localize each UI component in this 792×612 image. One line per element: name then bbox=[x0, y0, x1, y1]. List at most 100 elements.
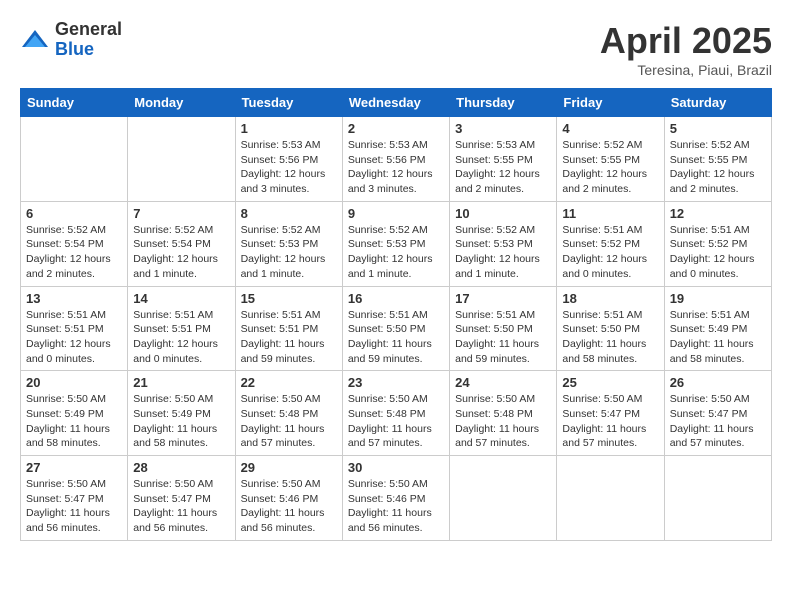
day-number: 5 bbox=[670, 121, 766, 136]
title-area: April 2025 Teresina, Piaui, Brazil bbox=[600, 20, 772, 78]
day-number: 28 bbox=[133, 460, 229, 475]
day-number: 15 bbox=[241, 291, 337, 306]
day-info: Sunrise: 5:50 AM Sunset: 5:47 PM Dayligh… bbox=[133, 477, 229, 536]
day-info: Sunrise: 5:51 AM Sunset: 5:52 PM Dayligh… bbox=[562, 223, 658, 282]
logo-icon bbox=[20, 25, 50, 55]
weekday-header: Thursday bbox=[450, 89, 557, 117]
calendar-cell: 29 Sunrise: 5:50 AM Sunset: 5:46 PM Dayli… bbox=[235, 456, 342, 541]
day-number: 21 bbox=[133, 375, 229, 390]
weekday-header: Friday bbox=[557, 89, 664, 117]
day-info: Sunrise: 5:50 AM Sunset: 5:48 PM Dayligh… bbox=[348, 392, 444, 451]
weekday-header: Saturday bbox=[664, 89, 771, 117]
calendar-cell: 26 Sunrise: 5:50 AM Sunset: 5:47 PM Dayli… bbox=[664, 371, 771, 456]
day-number: 29 bbox=[241, 460, 337, 475]
day-info: Sunrise: 5:50 AM Sunset: 5:48 PM Dayligh… bbox=[241, 392, 337, 451]
calendar-cell: 30 Sunrise: 5:50 AM Sunset: 5:46 PM Dayli… bbox=[342, 456, 449, 541]
calendar-cell: 25Sunrise: 5:50 AM Sunset: 5:47 PM Dayli… bbox=[557, 371, 664, 456]
calendar-week-row: 13 Sunrise: 5:51 AM Sunset: 5:51 PM Dayli… bbox=[21, 286, 772, 371]
calendar-cell: 11 Sunrise: 5:51 AM Sunset: 5:52 PM Dayli… bbox=[557, 201, 664, 286]
calendar-cell: 4Sunrise: 5:52 AM Sunset: 5:55 PM Daylig… bbox=[557, 117, 664, 202]
day-info: Sunrise: 5:51 AM Sunset: 5:51 PM Dayligh… bbox=[133, 308, 229, 367]
day-info: Sunrise: 5:50 AM Sunset: 5:46 PM Dayligh… bbox=[241, 477, 337, 536]
day-number: 12 bbox=[670, 206, 766, 221]
calendar-cell: 14 Sunrise: 5:51 AM Sunset: 5:51 PM Dayli… bbox=[128, 286, 235, 371]
calendar-cell: 21 Sunrise: 5:50 AM Sunset: 5:49 PM Dayli… bbox=[128, 371, 235, 456]
calendar-cell bbox=[450, 456, 557, 541]
calendar-cell: 22 Sunrise: 5:50 AM Sunset: 5:48 PM Dayli… bbox=[235, 371, 342, 456]
day-number: 2 bbox=[348, 121, 444, 136]
day-number: 27 bbox=[26, 460, 122, 475]
day-info: Sunrise: 5:51 AM Sunset: 5:50 PM Dayligh… bbox=[348, 308, 444, 367]
calendar-cell: 2 Sunrise: 5:53 AM Sunset: 5:56 PM Daylig… bbox=[342, 117, 449, 202]
day-info: Sunrise: 5:51 AM Sunset: 5:52 PM Dayligh… bbox=[670, 223, 766, 282]
day-info: Sunrise: 5:52 AM Sunset: 5:53 PM Dayligh… bbox=[348, 223, 444, 282]
calendar-table: SundayMondayTuesdayWednesdayThursdayFrid… bbox=[20, 88, 772, 541]
calendar-cell: 12 Sunrise: 5:51 AM Sunset: 5:52 PM Dayli… bbox=[664, 201, 771, 286]
calendar-cell: 8 Sunrise: 5:52 AM Sunset: 5:53 PM Daylig… bbox=[235, 201, 342, 286]
logo-text: General Blue bbox=[55, 20, 122, 60]
calendar-cell bbox=[128, 117, 235, 202]
day-info: Sunrise: 5:50 AM Sunset: 5:47 PM Dayligh… bbox=[670, 392, 766, 451]
day-number: 6 bbox=[26, 206, 122, 221]
day-info: Sunrise: 5:50 AM Sunset: 5:47 PM Dayligh… bbox=[26, 477, 122, 536]
calendar-cell bbox=[557, 456, 664, 541]
day-info: Sunrise: 5:51 AM Sunset: 5:51 PM Dayligh… bbox=[241, 308, 337, 367]
day-number: 7 bbox=[133, 206, 229, 221]
weekday-header: Wednesday bbox=[342, 89, 449, 117]
day-info: Sunrise: 5:53 AM Sunset: 5:56 PM Dayligh… bbox=[348, 138, 444, 197]
calendar-cell: 6 Sunrise: 5:52 AM Sunset: 5:54 PM Daylig… bbox=[21, 201, 128, 286]
day-info: Sunrise: 5:52 AM Sunset: 5:53 PM Dayligh… bbox=[241, 223, 337, 282]
day-info: Sunrise: 5:51 AM Sunset: 5:50 PM Dayligh… bbox=[455, 308, 551, 367]
day-info: Sunrise: 5:50 AM Sunset: 5:49 PM Dayligh… bbox=[26, 392, 122, 451]
day-number: 24 bbox=[455, 375, 551, 390]
day-info: Sunrise: 5:52 AM Sunset: 5:53 PM Dayligh… bbox=[455, 223, 551, 282]
header: General Blue April 2025 Teresina, Piaui,… bbox=[20, 20, 772, 78]
calendar-cell: 9 Sunrise: 5:52 AM Sunset: 5:53 PM Daylig… bbox=[342, 201, 449, 286]
calendar-cell: 24Sunrise: 5:50 AM Sunset: 5:48 PM Dayli… bbox=[450, 371, 557, 456]
weekday-header: Sunday bbox=[21, 89, 128, 117]
day-info: Sunrise: 5:50 AM Sunset: 5:46 PM Dayligh… bbox=[348, 477, 444, 536]
calendar-cell bbox=[21, 117, 128, 202]
day-info: Sunrise: 5:52 AM Sunset: 5:55 PM Dayligh… bbox=[670, 138, 766, 197]
weekday-header: Tuesday bbox=[235, 89, 342, 117]
day-number: 22 bbox=[241, 375, 337, 390]
day-number: 14 bbox=[133, 291, 229, 306]
day-info: Sunrise: 5:51 AM Sunset: 5:51 PM Dayligh… bbox=[26, 308, 122, 367]
calendar-cell: 27 Sunrise: 5:50 AM Sunset: 5:47 PM Dayli… bbox=[21, 456, 128, 541]
day-number: 11 bbox=[562, 206, 658, 221]
weekday-header-row: SundayMondayTuesdayWednesdayThursdayFrid… bbox=[21, 89, 772, 117]
day-number: 23 bbox=[348, 375, 444, 390]
day-number: 17 bbox=[455, 291, 551, 306]
calendar-cell: 28 Sunrise: 5:50 AM Sunset: 5:47 PM Dayli… bbox=[128, 456, 235, 541]
day-number: 13 bbox=[26, 291, 122, 306]
day-number: 8 bbox=[241, 206, 337, 221]
calendar-cell: 16Sunrise: 5:51 AM Sunset: 5:50 PM Dayli… bbox=[342, 286, 449, 371]
calendar-cell: 18Sunrise: 5:51 AM Sunset: 5:50 PM Dayli… bbox=[557, 286, 664, 371]
day-info: Sunrise: 5:52 AM Sunset: 5:55 PM Dayligh… bbox=[562, 138, 658, 197]
calendar-cell: 5 Sunrise: 5:52 AM Sunset: 5:55 PM Daylig… bbox=[664, 117, 771, 202]
weekday-header: Monday bbox=[128, 89, 235, 117]
calendar-cell: 1 Sunrise: 5:53 AM Sunset: 5:56 PM Daylig… bbox=[235, 117, 342, 202]
day-info: Sunrise: 5:50 AM Sunset: 5:49 PM Dayligh… bbox=[133, 392, 229, 451]
day-number: 19 bbox=[670, 291, 766, 306]
day-number: 30 bbox=[348, 460, 444, 475]
calendar-week-row: 1 Sunrise: 5:53 AM Sunset: 5:56 PM Daylig… bbox=[21, 117, 772, 202]
day-number: 26 bbox=[670, 375, 766, 390]
location: Teresina, Piaui, Brazil bbox=[600, 62, 772, 78]
logo-general-text: General bbox=[55, 20, 122, 40]
day-number: 1 bbox=[241, 121, 337, 136]
calendar-cell: 23 Sunrise: 5:50 AM Sunset: 5:48 PM Dayli… bbox=[342, 371, 449, 456]
calendar-cell: 20Sunrise: 5:50 AM Sunset: 5:49 PM Dayli… bbox=[21, 371, 128, 456]
day-number: 9 bbox=[348, 206, 444, 221]
calendar-cell bbox=[664, 456, 771, 541]
day-info: Sunrise: 5:52 AM Sunset: 5:54 PM Dayligh… bbox=[26, 223, 122, 282]
day-info: Sunrise: 5:53 AM Sunset: 5:55 PM Dayligh… bbox=[455, 138, 551, 197]
day-info: Sunrise: 5:53 AM Sunset: 5:56 PM Dayligh… bbox=[241, 138, 337, 197]
calendar-week-row: 6 Sunrise: 5:52 AM Sunset: 5:54 PM Daylig… bbox=[21, 201, 772, 286]
day-number: 25 bbox=[562, 375, 658, 390]
calendar-cell: 7Sunrise: 5:52 AM Sunset: 5:54 PM Daylig… bbox=[128, 201, 235, 286]
month-title: April 2025 bbox=[600, 20, 772, 62]
calendar-cell: 15 Sunrise: 5:51 AM Sunset: 5:51 PM Dayli… bbox=[235, 286, 342, 371]
day-info: Sunrise: 5:51 AM Sunset: 5:50 PM Dayligh… bbox=[562, 308, 658, 367]
calendar-cell: 3Sunrise: 5:53 AM Sunset: 5:55 PM Daylig… bbox=[450, 117, 557, 202]
